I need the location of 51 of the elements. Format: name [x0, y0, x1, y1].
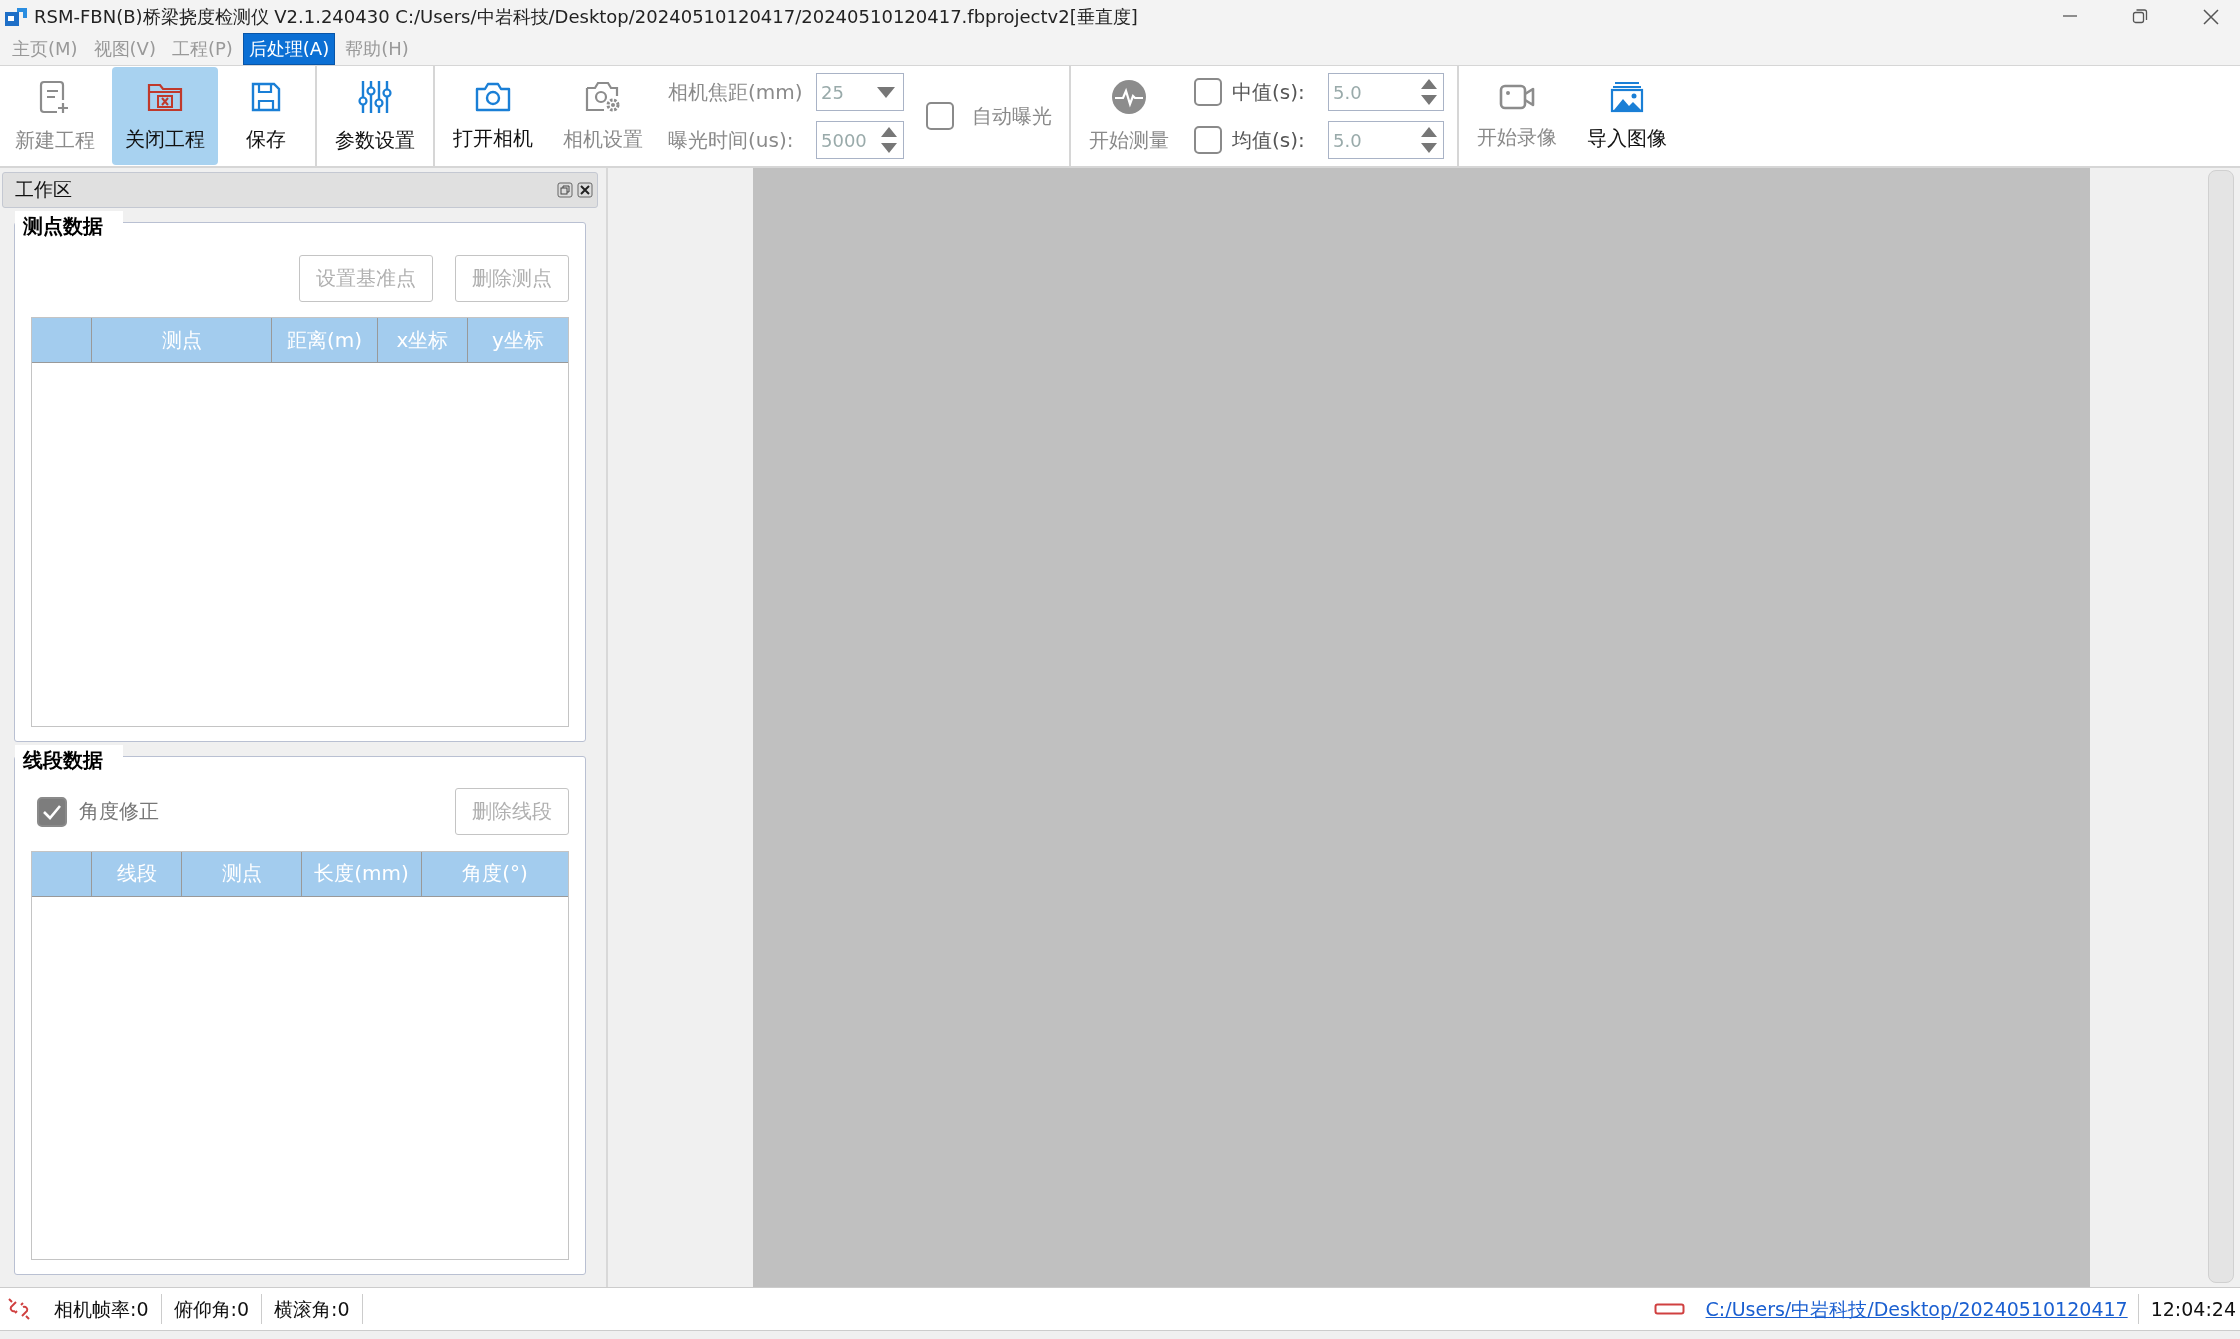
restore-icon[interactable]	[2132, 7, 2148, 24]
scrollbar[interactable]	[2208, 170, 2234, 1283]
toolbar-button[interactable]: 打开相机	[440, 67, 546, 165]
camera-icon	[474, 80, 512, 113]
close-icon[interactable]	[577, 182, 593, 198]
camera-gear-icon	[584, 79, 622, 114]
toolbar-button[interactable]: 参数设置	[322, 67, 428, 165]
column-header: 线段	[92, 851, 182, 896]
field-label: 中值(s):	[1232, 78, 1306, 106]
field-label: 均值(s):	[1232, 126, 1306, 154]
spin-arrows-icon	[879, 125, 899, 155]
path-link[interactable]: C:/Users/中岩科技/Desktop/20240510120417	[1697, 1294, 2139, 1324]
spin-arrows-icon	[1419, 125, 1439, 155]
column-header: x坐标	[378, 318, 468, 362]
status-text: 横滚角:0	[262, 1294, 363, 1324]
menu-item[interactable]: 后处理(A)	[242, 33, 336, 65]
field-label: 曝光时间(us):	[668, 126, 795, 154]
column-header: 角度(°)	[461, 860, 529, 887]
column-header: 长度(mm)	[302, 851, 422, 896]
field-label: 相机焦距(mm)	[668, 78, 804, 106]
clock-text: 12:04:24	[2149, 1297, 2237, 1322]
spin-arrows-icon	[1419, 77, 1439, 107]
sliders-icon	[357, 78, 393, 115]
toolbar-button[interactable]: 导入图像	[1574, 67, 1680, 165]
column-header: y坐标	[491, 326, 545, 354]
app-icon	[4, 5, 28, 28]
image-icon	[1610, 80, 1644, 113]
dropdown-arrow-icon	[875, 85, 897, 99]
toolbar-button[interactable]: 关闭工程	[112, 67, 218, 165]
menu-item[interactable]: 主页(M)	[6, 33, 84, 65]
spin-field[interactable]: 5.0	[1328, 73, 1444, 111]
menu-item[interactable]: 帮助(H)	[339, 33, 415, 65]
menu-item[interactable]: 视图(V)	[87, 33, 162, 65]
column-header: 距离(m)	[272, 318, 378, 362]
close-icon[interactable]	[2202, 7, 2220, 26]
menu-item[interactable]: 工程(P)	[165, 33, 239, 65]
status-text: 俯仰角:0	[161, 1294, 262, 1324]
toolbar-button[interactable]: 保存	[222, 67, 310, 165]
pulse-icon	[1111, 78, 1147, 115]
status-text: 相机帧率:0	[42, 1294, 162, 1324]
broken-link-icon	[6, 1296, 32, 1322]
checkmark-icon	[42, 803, 62, 820]
panel-title: 工作区	[15, 177, 73, 202]
battery-icon	[1653, 1302, 1686, 1316]
checkbox[interactable]	[1194, 78, 1222, 106]
checkbox[interactable]	[1194, 126, 1222, 154]
column-header: 测点	[182, 851, 302, 896]
column-header: 测点	[92, 318, 272, 362]
float-icon[interactable]	[557, 182, 573, 198]
window-title: RSM-FBN(B)桥梁挠度检测仪 V2.1.240430 C:/Users/中岩科技/Desktop/20240510120417/20240510120417.fbprojectv2[垂直度]	[34, 4, 1138, 29]
spin-field[interactable]: 5.0	[1328, 121, 1444, 159]
